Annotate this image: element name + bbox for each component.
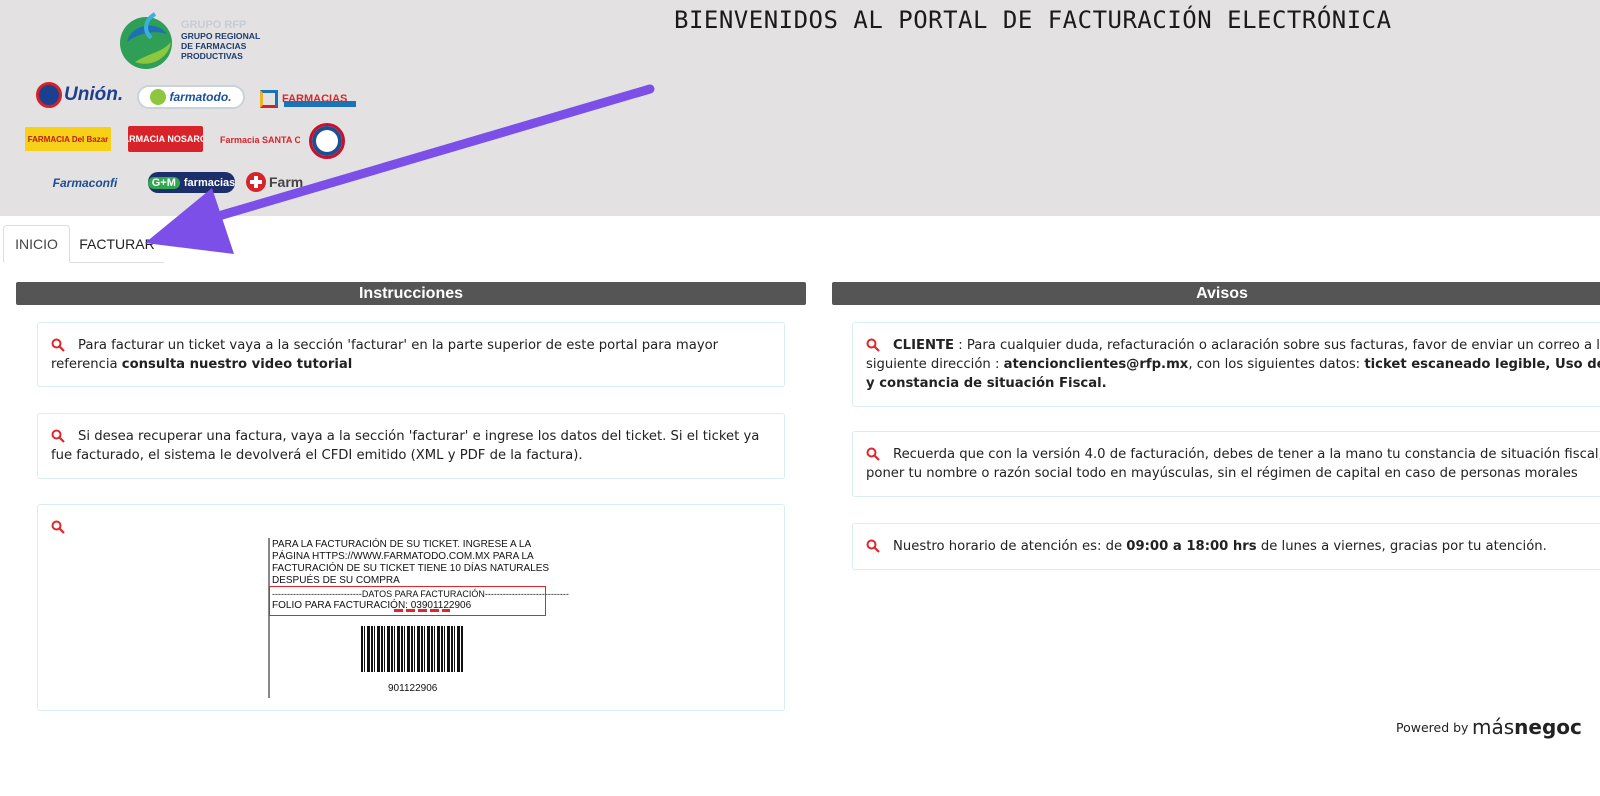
ticket-line-2: PÁGINA HTTPS://WWW.FARMATODO.COM.MX PARA… [272,551,534,562]
ticket-folio-underline [394,609,450,612]
farmatodo-c-icon [150,89,167,105]
aviso-cliente-text: CLIENTE : Para cualquier duda, refactura… [866,336,1600,393]
brand-union-text: Unión. [64,84,124,105]
brand-gm-text: farmacias [183,176,235,189]
rfp-group-logo: GRUPO RFP GRUPO REGIONAL DE FARMACIAS PR… [117,12,267,70]
farmacias-sf-subtitle-strip [284,101,356,107]
brand-santacruz-text: Farmacia SANTA CRUZ [220,135,300,145]
brand-nosarco-text: FARMACIA NOSARCO [128,134,203,144]
header-banner: GRUPO RFP GRUPO REGIONAL DE FARMACIAS PR… [0,0,1600,216]
aviso-card-version-4: Recuerda que con la versión 4.0 de factu… [852,431,1600,497]
instruction-card-recuperar: Si desea recuperar una factura, vaya a l… [37,413,785,479]
search-icon [51,520,65,534]
ticket-barcode-number: 901122906 [388,683,438,694]
brand-round-seal-logo [309,123,345,159]
rfp-logo-line2: GRUPO REGIONAL [181,31,261,41]
masnegocio-logo-light: más [1472,715,1515,739]
tab-underline [70,262,164,263]
brand-nosarco-logo: FARMACIA NOSARCO [128,126,203,152]
brand-union-logo: Unión. [36,80,130,110]
video-tutorial-link[interactable]: consulta nuestro video tutorial [122,357,353,372]
brand-red-cross-text: Farm [269,174,304,190]
masnegocio-logo[interactable]: másnegoc [1472,715,1582,739]
brand-gm-logo: G+M farmacias [148,172,235,193]
powered-by-label: Powered by [1396,720,1469,735]
brand-farmacon-logo: Farmaconfi [40,172,130,194]
tab-facturar[interactable]: FACTURAR [70,225,164,263]
aviso-horario-hours: 09:00 a 18:00 hrs [1126,539,1257,554]
instruction-recuperar-text: Si desea recuperar una factura, vaya a l… [51,429,760,463]
instruction-card-facturar: Para facturar un ticket vaya a la secció… [37,322,785,387]
rfp-logo-line1: GRUPO RFP [181,19,247,31]
ticket-line-1: PARA LA FACTURACIÓN DE SU TICKET. INGRES… [272,539,532,550]
brand-red-cross-logo: Farm [246,171,326,193]
aviso-card-horario: Nuestro horario de atención es: de 09:00… [852,523,1600,570]
instrucciones-header: Instrucciones [16,282,806,305]
rfp-logo-line3: DE FARMACIAS [181,41,247,51]
instruction-card-facturar-text: Para facturar un ticket vaya a la secció… [51,336,774,374]
aviso-cliente-email: atencionclientes@rfp.mx [1003,357,1189,372]
avisos-header: Avisos [832,282,1600,305]
aviso-card-cliente: CLIENTE : Para cualquier duda, refactura… [852,322,1600,407]
brand-farmatodo-text: farmatodo. [169,90,232,104]
ticket-barcode [361,626,464,672]
farmacias-sf-square-icon [260,90,278,108]
main-tabs: INICIO FACTURAR [0,216,1600,264]
globe-logo-icon [120,12,172,69]
aviso-horario-text: Nuestro horario de atención es: de 09:00… [866,537,1600,556]
brand-farmacon-text: Farmaconfi [52,176,118,190]
aviso-version-text: Recuerda que con la versión 4.0 de factu… [866,447,1600,481]
brand-bazar-logo: FARMACIA Del Bazar [25,127,111,151]
ticket-example-image: PARA LA FACTURACIÓN DE SU TICKET. INGRES… [268,538,569,698]
red-cross-icon [246,172,266,192]
rfp-logo-line4: PRODUCTIVAS [181,51,243,61]
portal-title: BIENVENIDOS AL PORTAL DE FACTURACIÓN ELE… [674,6,1392,34]
ticket-edge [268,538,270,698]
tab-inicio[interactable]: INICIO [3,225,70,263]
brand-gm-badge: G+M [148,176,180,189]
brand-bazar-text: FARMACIA Del Bazar [27,134,109,144]
aviso-cliente-label: CLIENTE [893,338,955,353]
masnegocio-logo-bold: negoc [1514,715,1582,739]
ticket-line-3: FACTURACIÓN DE SU TICKET TIENE 10 DÍAS N… [272,563,550,574]
brand-farmatodo-logo: farmatodo. [137,85,245,109]
aviso-cliente-text-b: , con los siguientes datos: [1188,357,1365,372]
union-badge-icon [36,82,62,108]
aviso-horario-text-b: de lunes a viernes, gracias por tu atenc… [1256,539,1547,554]
rfp-logo-text: GRUPO RFP GRUPO REGIONAL DE FARMACIAS PR… [181,19,261,62]
brand-santacruz-logo: Farmacia SANTA CRUZ [216,128,300,152]
aviso-horario-text-a: Nuestro horario de atención es: de [893,539,1127,554]
